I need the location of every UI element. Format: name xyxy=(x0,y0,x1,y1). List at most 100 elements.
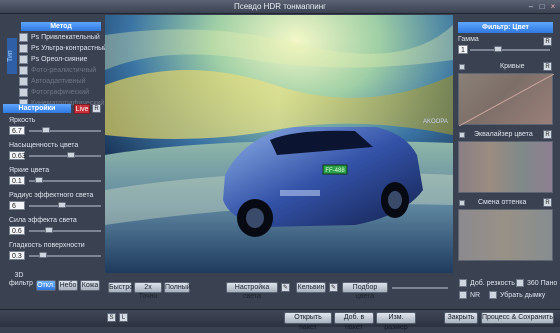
method-option[interactable]: Ps Привлекательный xyxy=(19,32,107,43)
param-slider-thumb[interactable] xyxy=(57,202,66,208)
hue-shift-editor[interactable] xyxy=(458,209,553,261)
method-header: Метод xyxy=(21,22,101,31)
param-label: Сила эффекта света xyxy=(9,217,77,224)
method-option[interactable]: Ps Ультра-контрастный xyxy=(19,43,107,54)
gamma-slider[interactable] xyxy=(470,49,550,51)
process-save-button[interactable]: Процесс & Сохранить xyxy=(481,312,554,324)
param-slider-track[interactable] xyxy=(29,230,101,232)
gamma-reset-button[interactable]: R xyxy=(543,37,552,46)
quality-full-button[interactable]: Полный xyxy=(164,282,191,293)
method-option-checkbox[interactable] xyxy=(19,43,28,53)
quality-2x-button[interactable]: 2x Точно xyxy=(134,282,162,300)
license-plate-text: FF-488 xyxy=(325,168,345,174)
method-option-checkbox[interactable] xyxy=(19,32,28,42)
param-slider-thumb[interactable] xyxy=(45,227,53,233)
light-settings-button[interactable]: Настройка света xyxy=(226,282,278,300)
car-badge-text: AKOOPA xyxy=(423,119,448,125)
save-preset-button[interactable]: S xyxy=(107,313,116,322)
param-value-field[interactable]: 6 xyxy=(9,201,25,210)
pano-check-row[interactable]: 360 Пано xyxy=(516,279,557,287)
gamma-slider-thumb[interactable] xyxy=(494,46,502,52)
hue-shift-checkbox[interactable] xyxy=(459,200,465,206)
kelvin-button[interactable]: Кельвин xyxy=(296,282,326,293)
filter-3d-label-bottom: фильтр xyxy=(9,280,33,287)
resize-button[interactable]: Изм. размер xyxy=(376,312,416,331)
pano-label: 360 Пано xyxy=(527,279,558,287)
gamma-value[interactable]: 1 xyxy=(458,45,468,54)
image-toolbar-slider[interactable] xyxy=(392,287,448,289)
param-label: Яркие цвета xyxy=(9,167,50,174)
param-value-field[interactable]: 0.63 xyxy=(9,151,26,160)
param-slider-track[interactable] xyxy=(29,130,101,132)
title-bar: Псевдо HDR тонмаппинг – □ × xyxy=(0,0,560,14)
method-option-label: Автоадаптивный xyxy=(31,78,86,85)
nr-checkbox[interactable] xyxy=(459,291,467,299)
left-panel: Метод Тип Ps Привлекательный Ps Ультра-ко… xyxy=(3,18,107,291)
curves-editor[interactable] xyxy=(458,73,555,127)
method-option[interactable]: Фотографический xyxy=(19,87,107,98)
param-slider-thumb[interactable] xyxy=(38,252,47,258)
filter-sky-button[interactable]: Небо xyxy=(58,280,78,291)
dehaze-check-row[interactable]: Убрать дымку xyxy=(489,291,545,299)
param-slider-thumb[interactable] xyxy=(41,127,50,133)
method-option-label: Фото-реалистичный xyxy=(31,67,97,74)
open-batch-button[interactable]: Открыть пакет xyxy=(284,312,332,331)
param-slider-track[interactable] xyxy=(29,155,101,157)
eyedropper-icon[interactable]: ✎ xyxy=(281,283,290,292)
equalizer-label: Эквалайзер цвета xyxy=(474,131,533,138)
method-option-checkbox[interactable] xyxy=(19,76,28,86)
curves-reset-button[interactable]: R xyxy=(543,62,552,71)
method-option[interactable]: Автоадаптивный xyxy=(19,76,107,87)
color-eyedropper-icon[interactable]: ✎ xyxy=(329,283,338,292)
filter-skin-button[interactable]: Кожа xyxy=(80,280,100,291)
method-option[interactable]: Ps Ореол-сияние xyxy=(19,54,107,65)
equalizer-editor[interactable] xyxy=(458,141,553,193)
method-option-label: Ps Привлекательный xyxy=(31,34,100,41)
method-list: Ps Привлекательный Ps Ультра-контрастный P… xyxy=(19,32,107,109)
params-list: Яркость 6.7 Насыщенность цвета 0.63 Яркие цв… xyxy=(7,117,103,267)
dehaze-checkbox[interactable] xyxy=(489,291,497,299)
param-slider-thumb[interactable] xyxy=(35,177,44,183)
sharpen-check-row[interactable]: Доб. резкость xyxy=(459,279,515,287)
param-label: Радиус эффектного света xyxy=(9,192,94,199)
curves-line-icon xyxy=(458,73,555,127)
load-preset-button[interactable]: L xyxy=(119,313,128,322)
param-value-field[interactable]: 0.1 xyxy=(9,176,25,185)
image-preview[interactable]: FF-488 AKOOPA xyxy=(105,15,453,273)
minimize-icon[interactable]: – xyxy=(526,2,536,11)
curves-checkbox[interactable] xyxy=(459,64,465,70)
filter-header: Фильтр: Цвет xyxy=(458,22,553,33)
param-value-field[interactable]: 0.3 xyxy=(9,251,25,260)
window-title: Псевдо HDR тонмаппинг xyxy=(233,2,327,11)
param-value-field[interactable]: 0.6 xyxy=(9,226,25,235)
equalizer-reset-button[interactable]: R xyxy=(543,130,552,139)
method-option-checkbox[interactable] xyxy=(19,65,28,75)
nr-check-row[interactable]: NR xyxy=(459,291,480,299)
add-to-batch-button[interactable]: Доб. в пакет xyxy=(334,312,374,331)
close-icon[interactable]: × xyxy=(548,2,558,11)
param-label: Гладкость поверхности xyxy=(9,242,85,249)
close-button[interactable]: Закрыть xyxy=(444,312,478,324)
method-type-tab[interactable]: Тип xyxy=(7,38,17,74)
settings-header: Настройки xyxy=(3,104,71,113)
method-option[interactable]: Фото-реалистичный xyxy=(19,65,107,76)
sharpen-checkbox[interactable] xyxy=(459,279,467,287)
live-button[interactable]: Live xyxy=(74,104,90,114)
color-pick-button[interactable]: Подбор цвета xyxy=(342,282,388,300)
filter-off-button[interactable]: Откл. xyxy=(36,280,56,291)
hue-shift-reset-button[interactable]: R xyxy=(543,198,552,207)
param-slider-thumb[interactable] xyxy=(67,152,76,158)
filter-3d-label: 3D фильтр xyxy=(9,272,33,288)
equalizer-checkbox[interactable] xyxy=(459,132,465,138)
quality-fast-button[interactable]: Быстро xyxy=(108,282,133,293)
method-option-checkbox[interactable] xyxy=(19,54,28,64)
car-photo: FF-488 AKOOPA xyxy=(105,15,453,273)
maximize-icon[interactable]: □ xyxy=(537,2,547,11)
param-value-field[interactable]: 6.7 xyxy=(9,126,25,135)
method-option-checkbox[interactable] xyxy=(19,87,28,97)
param-label: Насыщенность цвета xyxy=(9,142,79,149)
pano-checkbox[interactable] xyxy=(516,279,524,287)
gamma-label: Гамма xyxy=(458,36,479,43)
settings-reset-button[interactable]: R xyxy=(92,104,101,113)
method-option-label: Ps Ореол-сияние xyxy=(31,56,88,63)
